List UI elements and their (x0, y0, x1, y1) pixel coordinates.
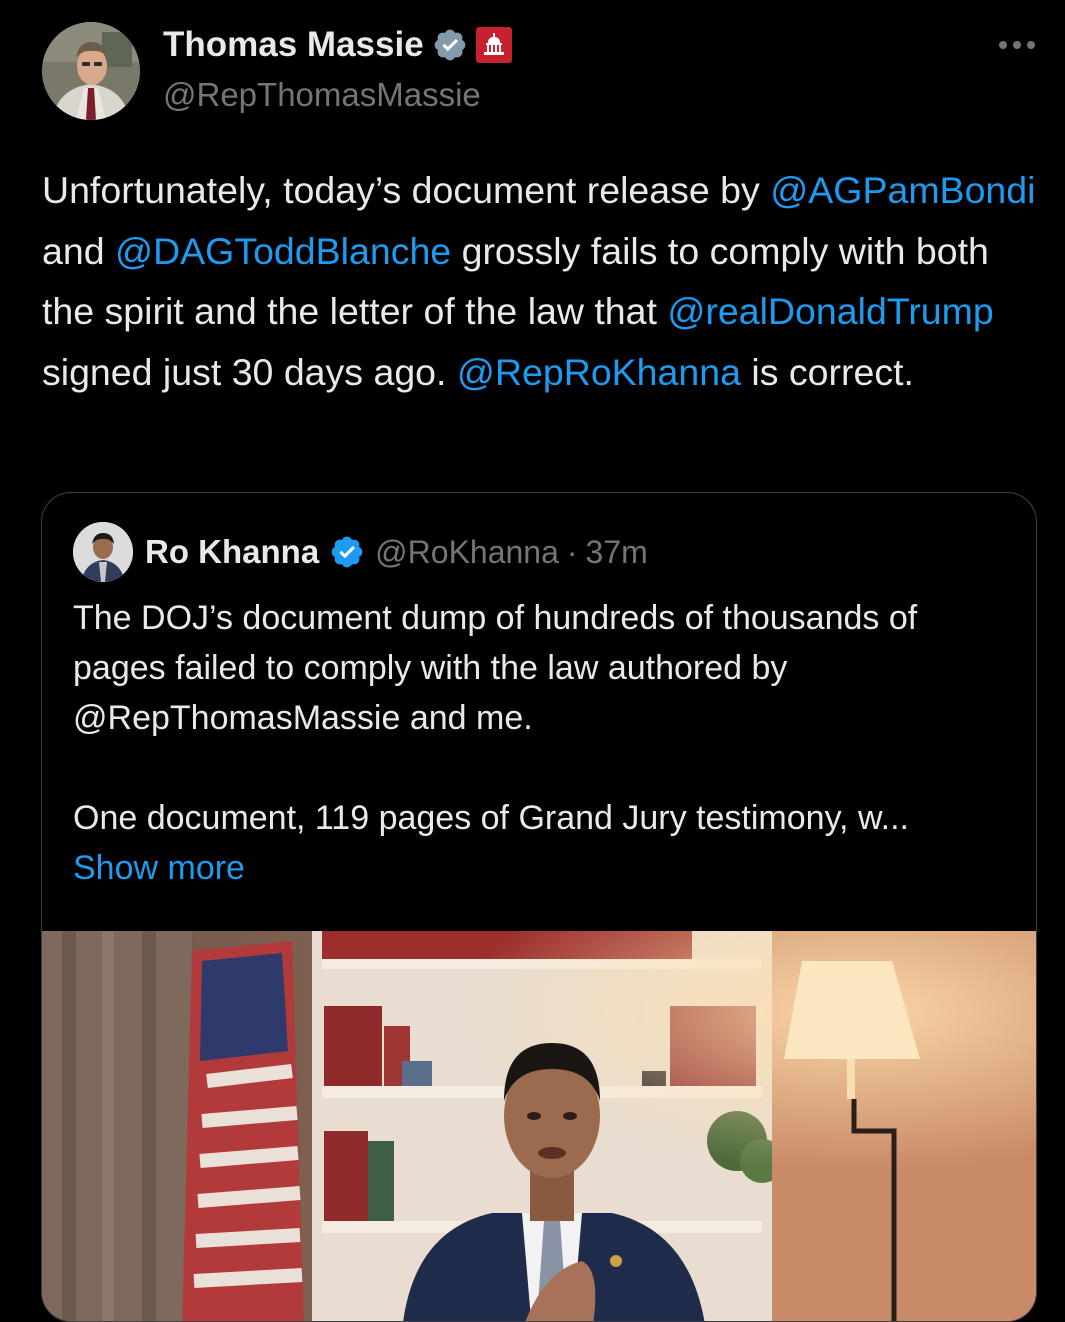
verified-badge-icon[interactable] (432, 27, 468, 63)
tweet-text: Unfortunately, today’s document release … (42, 160, 1047, 402)
quoted-author-handle[interactable]: @RoKhanna (375, 534, 559, 571)
show-more-link[interactable]: Show more (73, 849, 245, 887)
tweet: Thomas Massie @RepThomasMassie Unfortuna… (0, 0, 1065, 1322)
author-name-row: Thomas Massie (163, 22, 512, 68)
tweet-text-segment: signed just 30 days ago. (42, 350, 457, 393)
mention-link-realdonaldtrump[interactable]: @realDonaldTrump (667, 290, 993, 332)
quoted-tweet-text: The DOJ’s document dump of hundreds of t… (73, 593, 1013, 893)
more-dots-icon (999, 41, 1035, 49)
quoted-author-display-name[interactable]: Ro Khanna (145, 533, 319, 571)
quoted-video-thumbnail[interactable] (42, 931, 1036, 1321)
more-options-button[interactable] (997, 30, 1037, 60)
tweet-text-segment: and (42, 229, 115, 272)
quoted-tweet-timestamp[interactable]: 37m (586, 534, 648, 571)
tweet-text-segment: Unfortunately, today’s document release … (42, 169, 771, 211)
us-capitol-badge-icon[interactable] (475, 27, 512, 63)
quoted-author-avatar[interactable] (73, 522, 133, 582)
author-avatar[interactable] (42, 22, 140, 120)
quoted-tweet[interactable]: Ro Khanna @RoKhanna · 37m The DOJ’s docu… (41, 492, 1037, 1322)
quoted-tweet-header: Ro Khanna @RoKhanna · 37m (73, 522, 648, 582)
mention-link-agpambondi[interactable]: @AGPamBondi (770, 169, 1035, 211)
author-handle[interactable]: @RepThomasMassie (163, 76, 481, 114)
mention-link-dagtoddblanche[interactable]: @DAGToddBlanche (115, 230, 451, 272)
verified-badge-icon[interactable] (329, 534, 365, 570)
mention-link-reprokhanna[interactable]: @RepRoKhanna (457, 351, 741, 393)
author-display-name[interactable]: Thomas Massie (163, 25, 424, 65)
quoted-paragraph-1: The DOJ’s document dump of hundreds of t… (73, 599, 918, 737)
separator-dot: · (566, 533, 578, 570)
tweet-text-segment: is correct. (740, 350, 914, 393)
quoted-paragraph-2: One document, 119 pages of Grand Jury te… (73, 799, 909, 837)
